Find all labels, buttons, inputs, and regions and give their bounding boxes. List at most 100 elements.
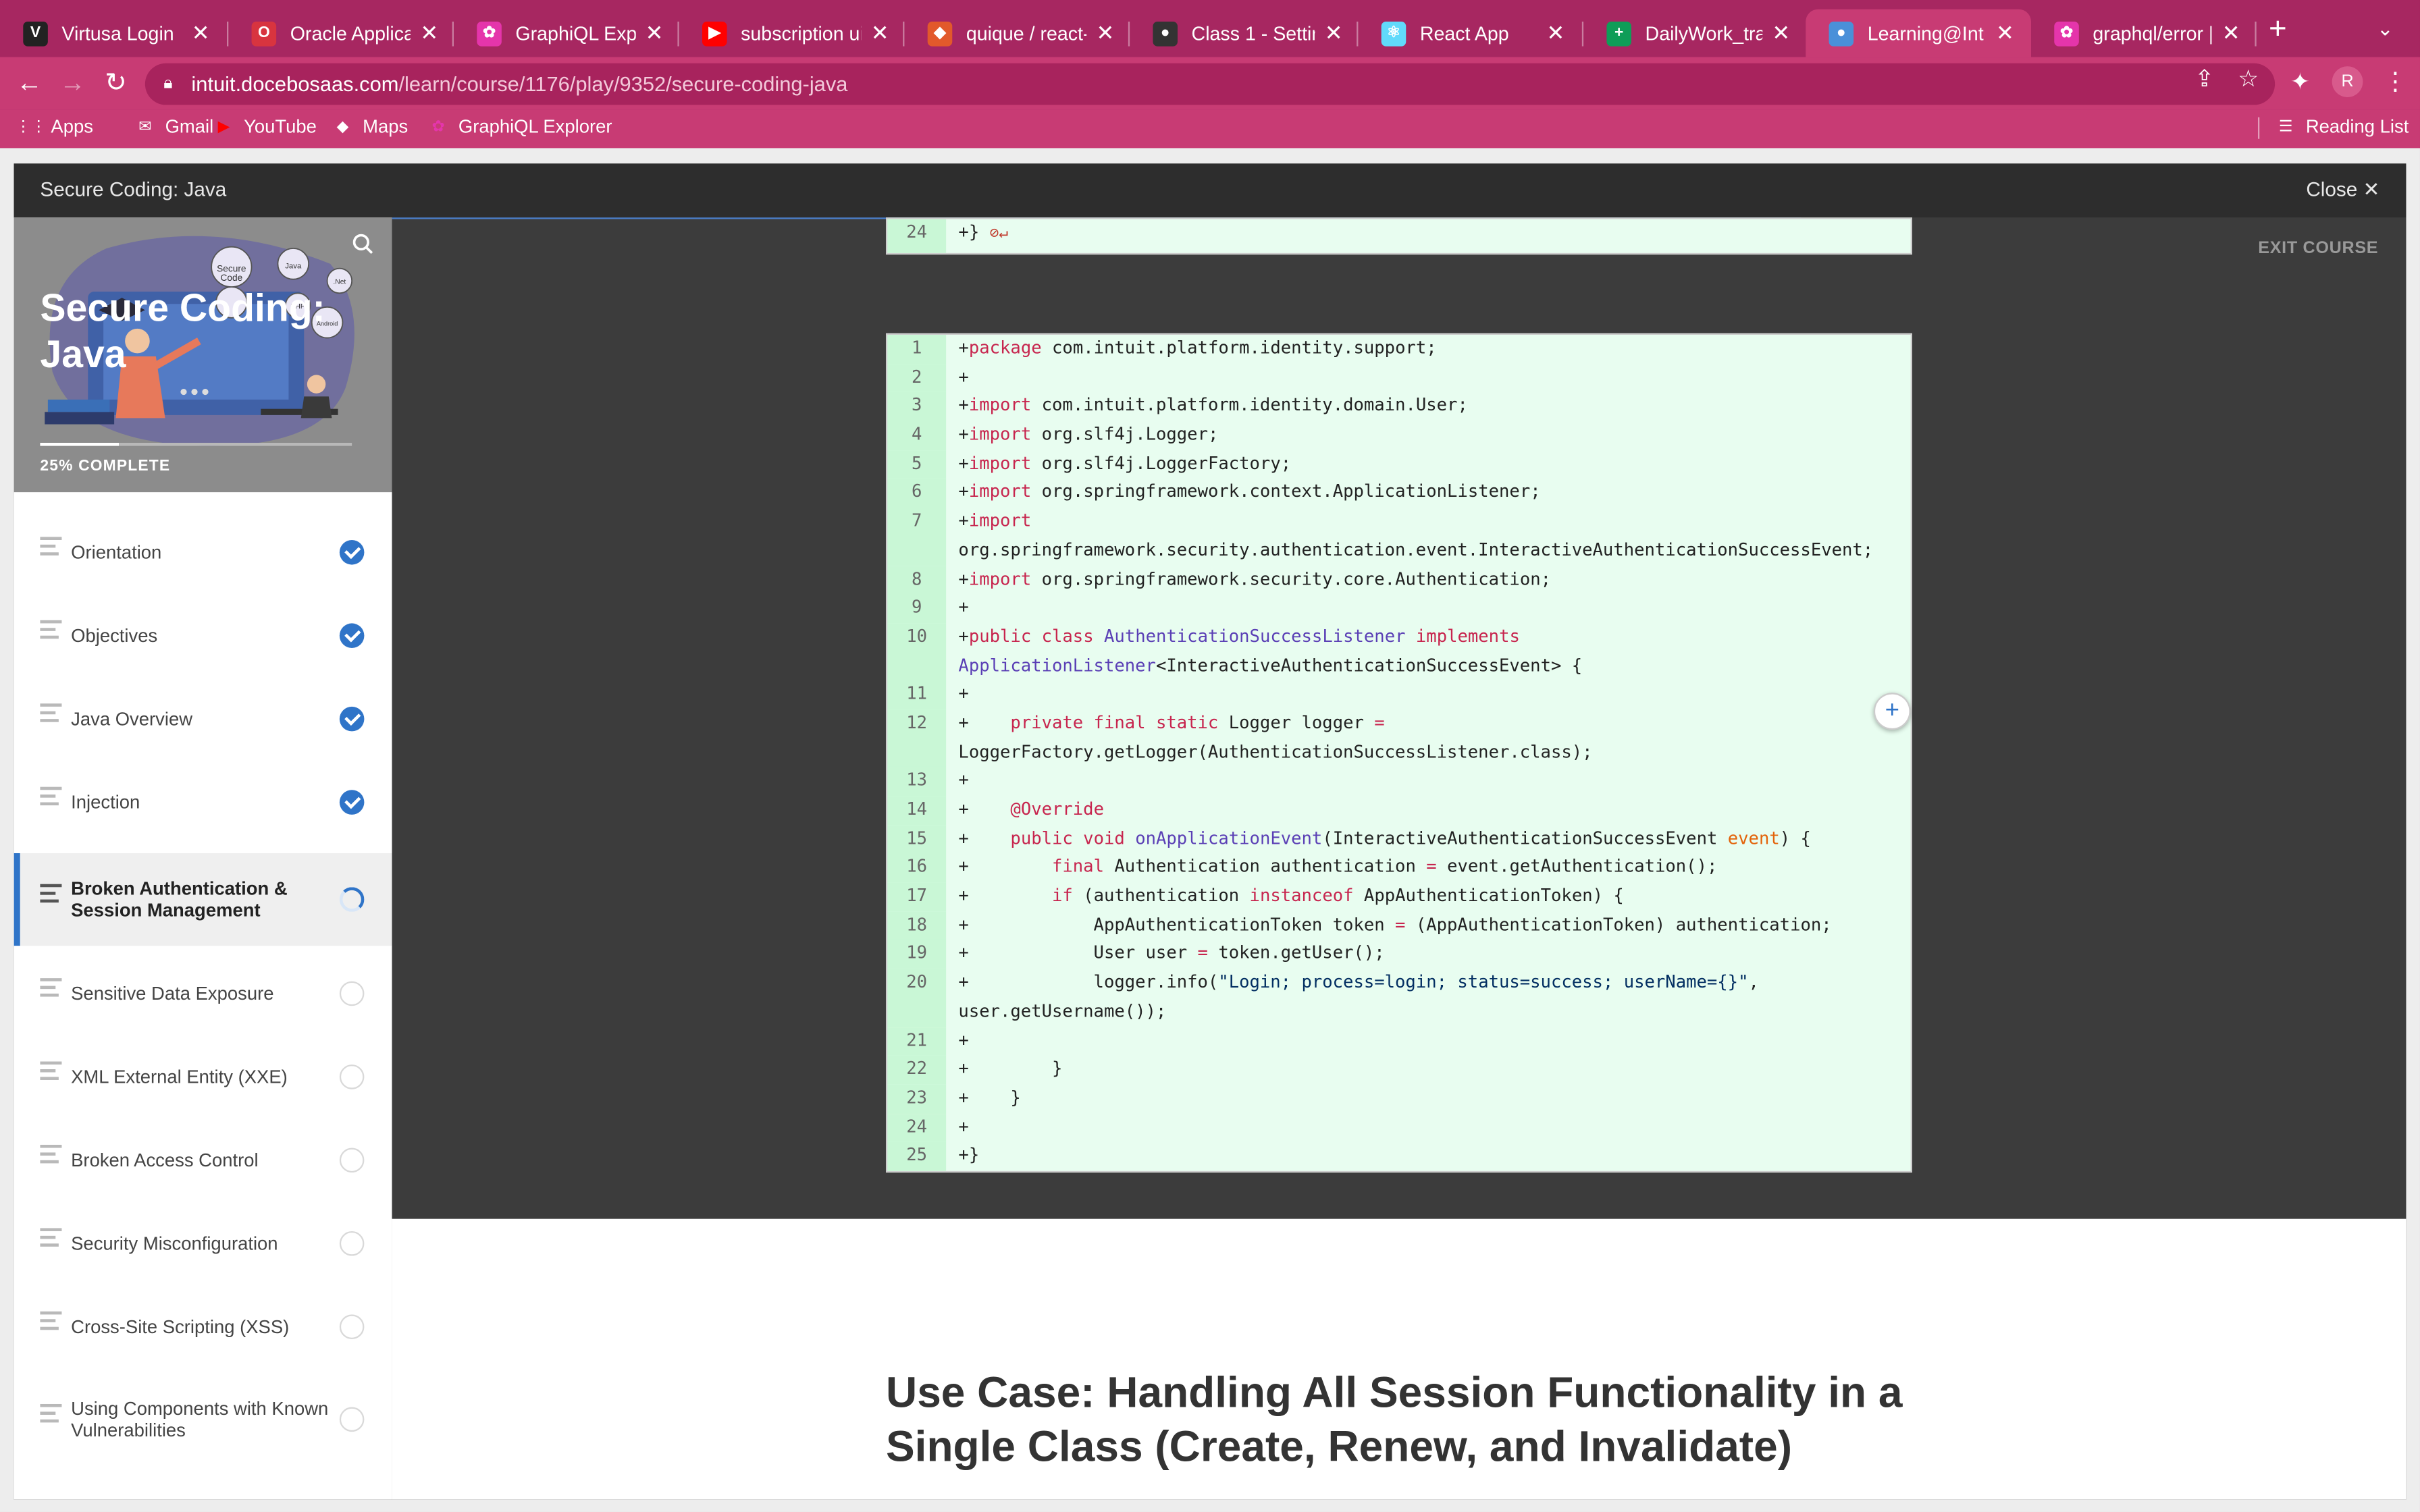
usecase-heading: Use Case: Handling All Session Functiona…: [885, 1368, 1903, 1471]
tab-close-icon[interactable]: ✕: [645, 20, 664, 47]
reload-icon[interactable]: ↻: [101, 68, 132, 99]
bookmark-graphiql-explorer[interactable]: ✿ GraphiQL Explorer: [427, 115, 612, 137]
lesson-item[interactable]: Security Misconfiguration: [14, 1202, 392, 1285]
new-tab-button[interactable]: +: [2269, 14, 2287, 45]
reading-list-icon: ☰: [2278, 117, 2293, 135]
code-text: +import org.springframework.security.aut…: [958, 510, 1874, 560]
code-text: +: [958, 1029, 969, 1050]
lesson-item[interactable]: Broken Authentication & Session Manageme…: [14, 853, 392, 946]
code-text: + logger.info("Login; process=login; sta…: [958, 972, 1759, 1021]
code-text: +: [958, 597, 969, 618]
tab-title: graphql/error | Gr: [2093, 22, 2211, 45]
bookmark-maps[interactable]: ◆ Maps: [332, 115, 409, 137]
browser-tab[interactable]: ● Learning@Intuit ✕: [1806, 9, 2031, 57]
whitespace-markers: ⊘↵: [989, 225, 1009, 242]
browser-tab[interactable]: ● Class 1 - Setting up ✕: [1130, 9, 1359, 57]
reading-list-button[interactable]: ☰ Reading List: [2275, 115, 2409, 137]
line-number: 23: [887, 1084, 947, 1114]
lesson-type-icon: [40, 1403, 62, 1423]
lock-icon[interactable]: 🔒︎: [163, 74, 191, 94]
lesson-type-icon: [40, 786, 62, 806]
line-number: 16: [887, 853, 947, 883]
tab-close-icon[interactable]: ✕: [1096, 20, 1114, 47]
expand-plus-button[interactable]: +: [1873, 693, 1911, 730]
code-text: + if (authentication instanceof AppAuthe…: [958, 886, 1624, 906]
code-line: 13 +: [887, 767, 1910, 796]
lesson-item[interactable]: XML External Entity (XXE): [14, 1035, 392, 1118]
line-number: 6: [887, 479, 947, 508]
share-icon[interactable]: ⇪: [2194, 65, 2214, 92]
code-line: 25 +}: [887, 1142, 1910, 1171]
course-progress-fill: [40, 442, 118, 446]
profile-avatar[interactable]: R: [2332, 66, 2363, 97]
tab-close-icon[interactable]: ✕: [1995, 20, 2016, 47]
code-line: 6 +import org.springframework.context.App…: [887, 479, 1910, 508]
lesson-title: Objectives: [71, 624, 158, 647]
close-label: Close: [2306, 177, 2358, 201]
code-line: 17 + if (authentication instanceof AppAut…: [887, 882, 1910, 912]
bookmarks-bar: ☰ Reading List ⋮⋮ Apps ✉ Gmail ▶ YouTube ◆ Maps…: [0, 109, 2420, 148]
youtube-icon: ▶: [217, 117, 230, 135]
course-player: Secure Coding: Java Close ✕ Secure Code …: [14, 163, 2406, 1500]
line-number: 25: [887, 1142, 947, 1171]
bookmark-star-icon[interactable]: ☆: [2238, 65, 2259, 92]
browser-tab[interactable]: V Virtusa Login ✕: [0, 9, 229, 57]
tab-strip: + ⌄ V Virtusa Login ✕ O Oracle Applications ✕…: [0, 0, 2420, 57]
bookmark-apps[interactable]: ⋮⋮ Apps: [16, 115, 93, 137]
lesson-type-icon: [40, 703, 62, 722]
lesson-item[interactable]: Broken Access Control: [14, 1118, 392, 1202]
lesson-item[interactable]: Using Components with Known Vulnerabilit…: [14, 1368, 392, 1470]
back-arrow-icon[interactable]: ←: [14, 68, 45, 99]
bookmark-youtube[interactable]: ▶ YouTube: [213, 115, 317, 137]
tab-search-chevron-icon[interactable]: ⌄: [2377, 17, 2394, 42]
browser-tab[interactable]: ✿ GraphiQL Explorer ✕: [454, 9, 679, 57]
tab-close-icon[interactable]: ✕: [2221, 20, 2240, 47]
in-progress-spinner-icon: [339, 887, 365, 912]
code-text: +}: [958, 1145, 980, 1166]
code-line: 10 +public class AuthenticationSuccessLis…: [887, 623, 1910, 681]
tab-close-icon[interactable]: ✕: [420, 20, 438, 47]
line-number: 24: [887, 1113, 947, 1143]
code-line: 14 + @Override: [887, 796, 1910, 826]
lesson-text-area: Use Case: Handling All Session Functiona…: [392, 1218, 2406, 1500]
extensions-puzzle-icon[interactable]: ✦: [2290, 68, 2310, 96]
browser-tab[interactable]: + DailyWork_tracker ✕: [1583, 9, 1806, 57]
exit-course-button[interactable]: EXIT COURSE: [2258, 239, 2378, 257]
line-number: 2: [887, 363, 947, 393]
lesson-item[interactable]: Objectives: [14, 594, 392, 677]
search-icon[interactable]: [352, 233, 373, 259]
forward-arrow-icon[interactable]: →: [57, 68, 88, 99]
close-course-button[interactable]: Close ✕: [2306, 178, 2379, 202]
course-progress-bar: [40, 442, 352, 446]
lesson-title: Using Components with Known Vulnerabilit…: [71, 1397, 329, 1441]
browser-menu-icon[interactable]: ⋮: [2383, 66, 2408, 97]
browser-tab[interactable]: ▶ subscription ui react ✕: [679, 9, 905, 57]
tab-title: Oracle Applications: [290, 22, 411, 45]
lesson-item[interactable]: Cross-Site Scripting (XSS): [14, 1285, 392, 1368]
tab-favicon-icon: ◆: [927, 20, 953, 46]
code-text: + User user = token.getUser();: [958, 943, 1385, 964]
not-started-circle-icon: [339, 1314, 365, 1339]
tab-close-icon[interactable]: ✕: [871, 20, 889, 47]
browser-tab[interactable]: ✿ graphql/error | Gr ✕: [2031, 9, 2257, 57]
tab-favicon-icon: ✿: [2054, 20, 2079, 46]
browser-tab[interactable]: ⚛ React App ✕: [1358, 9, 1584, 57]
lesson-title: XML External Entity (XXE): [71, 1066, 288, 1088]
tab-close-icon[interactable]: ✕: [1772, 20, 1790, 47]
tab-close-icon[interactable]: ✕: [1325, 20, 1343, 47]
line-number: 12: [887, 709, 947, 767]
code-line: 11 +: [887, 680, 1910, 710]
browser-tab[interactable]: O Oracle Applications ✕: [228, 9, 454, 57]
lesson-item[interactable]: Sensitive Data Exposure: [14, 952, 392, 1035]
tab-close-icon[interactable]: ✕: [188, 20, 213, 47]
tab-title: Virtusa Login: [61, 22, 174, 45]
lesson-item[interactable]: Java Overview: [14, 677, 392, 760]
address-bar[interactable]: 🔒︎ intuit.docebosaas.com/learn/course/11…: [144, 63, 2276, 105]
lesson-item[interactable]: Injection: [14, 761, 392, 844]
bookmark-gmail[interactable]: ✉ Gmail: [134, 115, 213, 137]
lesson-item[interactable]: Orientation: [14, 511, 392, 594]
code-line: 4 +import org.slf4j.Logger;: [887, 421, 1910, 450]
completed-check-icon: [339, 623, 365, 648]
tab-close-icon[interactable]: ✕: [1544, 20, 1569, 47]
browser-tab[interactable]: ◆ quique / react-graph ✕: [904, 9, 1130, 57]
